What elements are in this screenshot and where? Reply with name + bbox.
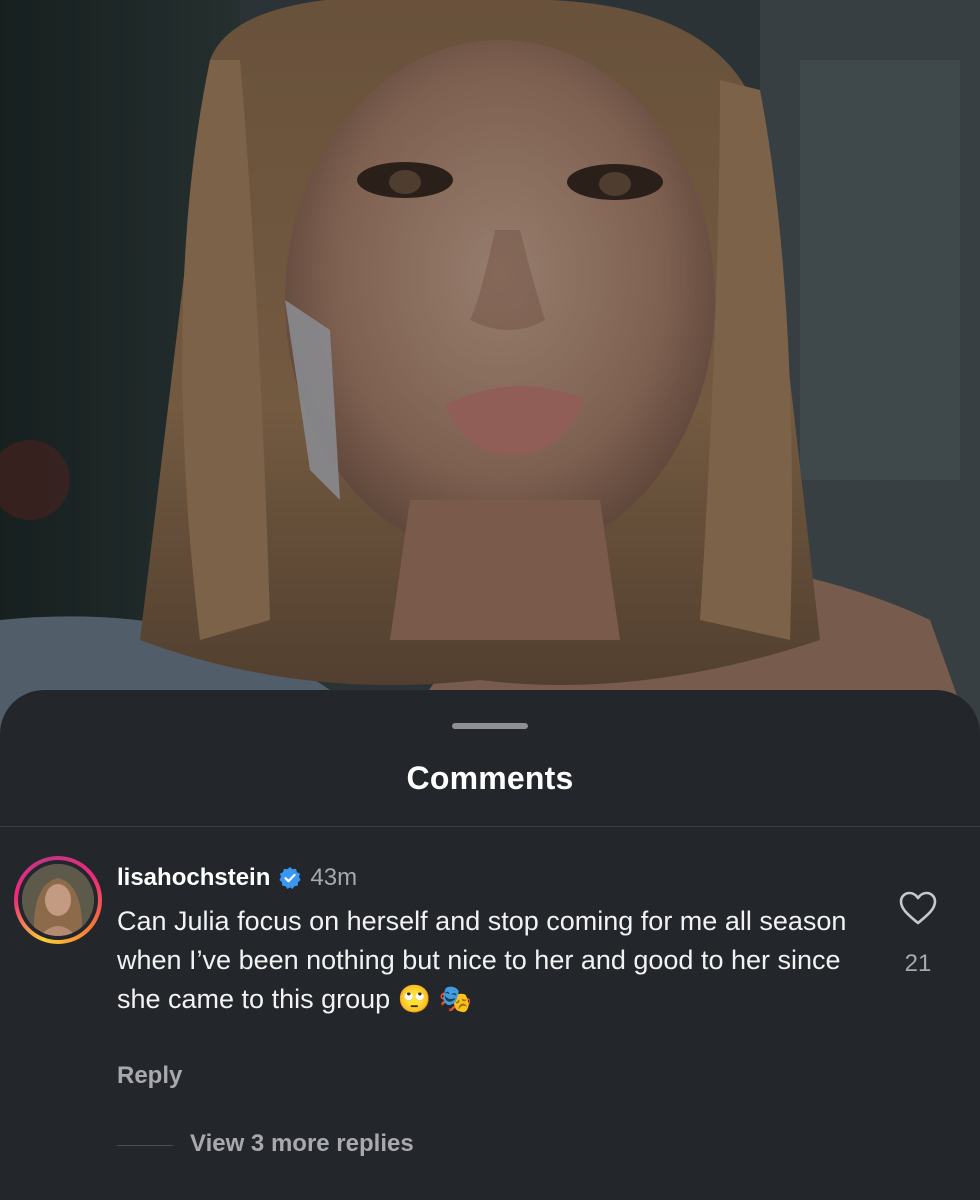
avatar-story-ring[interactable] — [14, 856, 102, 944]
comment-timestamp: 43m — [310, 864, 358, 891]
comment-username[interactable]: lisahochstein — [117, 864, 270, 892]
replies-divider-line — [117, 1145, 173, 1146]
media-illustration — [0, 0, 980, 760]
comment-header: lisahochstein 43m — [117, 861, 357, 895]
reply-button[interactable]: Reply — [117, 1062, 182, 1090]
comment-text: Can Julia focus on herself and stop comi… — [117, 906, 847, 1014]
view-more-replies-button[interactable]: View 3 more replies — [190, 1130, 414, 1158]
avatar — [22, 864, 94, 936]
heart-icon[interactable] — [898, 890, 938, 926]
post-media-image — [0, 0, 980, 760]
like-count: 21 — [904, 950, 932, 977]
sheet-title: Comments — [406, 760, 574, 796]
divider — [0, 826, 980, 827]
sheet-grabber-handle[interactable] — [452, 723, 528, 729]
verified-badge-icon — [278, 866, 302, 890]
comments-sheet: Comments lisahochstein 43m Can Julia foc… — [0, 690, 980, 1200]
avatar-image — [22, 864, 94, 936]
